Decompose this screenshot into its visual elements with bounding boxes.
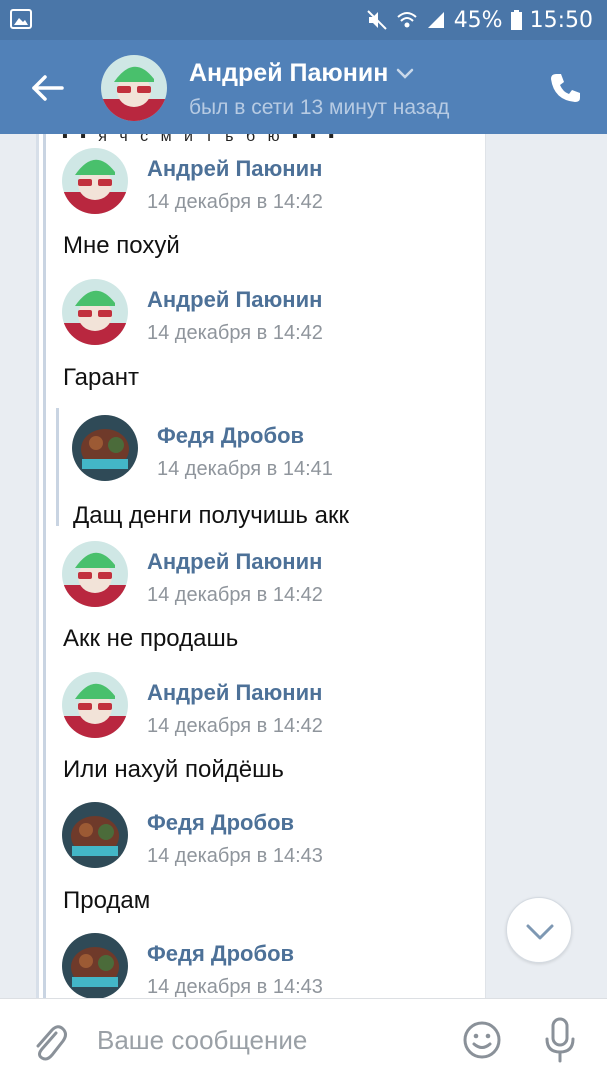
author-name[interactable]: Федя Дробов bbox=[147, 941, 294, 967]
contact-name: Андрей Паюнин bbox=[189, 59, 389, 87]
author-name[interactable]: Андрей Паюнин bbox=[147, 549, 322, 575]
chevron-down-icon bbox=[397, 68, 414, 79]
gallery-icon bbox=[10, 9, 32, 29]
forwarded-message-header: Федя Дробов 14 декабря в 14:43 bbox=[62, 933, 462, 998]
forwarded-message-header: Андрей Паюнин 14 декабря в 14:42 bbox=[62, 148, 462, 218]
contact-avatar[interactable] bbox=[101, 55, 167, 121]
quote-line bbox=[43, 134, 46, 998]
message-date: 14 декабря в 14:42 bbox=[147, 191, 323, 213]
author-name[interactable]: Федя Дробов bbox=[147, 810, 294, 836]
phone-icon[interactable] bbox=[545, 68, 585, 108]
author-name[interactable]: Андрей Паюнин bbox=[147, 680, 322, 706]
signal-icon bbox=[427, 12, 444, 28]
emoji-icon[interactable] bbox=[462, 1020, 502, 1060]
forwarded-message-header: Андрей Паюнин 14 декабря в 14:42 bbox=[62, 541, 462, 611]
last-seen-status: был в сети 13 минут назад bbox=[189, 96, 450, 119]
battery-icon bbox=[510, 10, 522, 30]
chat-area[interactable]: ▪ ▪ я ч с м и т ь б ю ▪ ▪ ▪ Андрей Паюни… bbox=[0, 134, 607, 998]
paperclip-icon[interactable] bbox=[28, 1019, 68, 1063]
message-date: 14 декабря в 14:42 bbox=[147, 322, 323, 344]
author-avatar[interactable] bbox=[62, 148, 128, 214]
chevron-down-icon bbox=[526, 924, 554, 940]
author-name[interactable]: Андрей Паюнин bbox=[147, 156, 322, 182]
clock: 15:50 bbox=[529, 7, 593, 33]
forwarded-message-header: Федя Дробов 14 декабря в 14:43 bbox=[62, 802, 462, 872]
status-bar: 45% 15:50 bbox=[0, 0, 607, 40]
message-date: 14 декабря в 14:43 bbox=[147, 976, 323, 998]
message-text: Мне похуй bbox=[63, 232, 180, 259]
message-text: Дащ денги получишь акк bbox=[73, 502, 349, 529]
message-text: Или нахуй пойдёшь bbox=[63, 756, 284, 783]
forwarded-message-header: Федя Дробов 14 декабря в 14:41 bbox=[72, 415, 462, 485]
message-date: 14 декабря в 14:42 bbox=[147, 715, 323, 737]
scroll-down-button[interactable] bbox=[506, 897, 572, 963]
mute-icon bbox=[366, 10, 387, 30]
message-text: Продам bbox=[63, 887, 151, 914]
message-composer bbox=[0, 998, 607, 1080]
microphone-icon[interactable] bbox=[543, 1017, 577, 1063]
cut-off-text: ▪ ▪ я ч с м и т ь б ю ▪ ▪ ▪ bbox=[62, 134, 338, 145]
app-header: Андрей Паюнин был в сети 13 минут назад bbox=[0, 40, 607, 134]
author-avatar[interactable] bbox=[62, 802, 128, 868]
message-date: 14 декабря в 14:43 bbox=[147, 845, 323, 867]
battery-percent: 45% bbox=[453, 7, 503, 33]
message-text: Гарант bbox=[63, 364, 139, 391]
quote-line-outer bbox=[36, 134, 39, 998]
contact-name-toggle[interactable]: Андрей Паюнин bbox=[189, 59, 414, 88]
author-avatar[interactable] bbox=[72, 415, 138, 481]
back-arrow-icon[interactable] bbox=[26, 66, 70, 110]
message-date: 14 декабря в 14:41 bbox=[157, 458, 333, 480]
forwarded-message-header: Андрей Паюнин 14 декабря в 14:42 bbox=[62, 672, 462, 742]
wifi-icon bbox=[397, 12, 417, 28]
message-date: 14 декабря в 14:42 bbox=[147, 584, 323, 606]
author-avatar[interactable] bbox=[62, 279, 128, 345]
forwarded-message-header: Андрей Паюнин 14 декабря в 14:42 bbox=[62, 279, 462, 349]
nested-quote-line bbox=[56, 408, 59, 526]
author-avatar[interactable] bbox=[62, 672, 128, 738]
author-name[interactable]: Андрей Паюнин bbox=[147, 287, 322, 313]
author-avatar[interactable] bbox=[62, 541, 128, 607]
message-input[interactable] bbox=[97, 1017, 437, 1063]
author-avatar[interactable] bbox=[62, 933, 128, 998]
message-text: Акк не продашь bbox=[63, 625, 239, 652]
author-name[interactable]: Федя Дробов bbox=[157, 423, 304, 449]
